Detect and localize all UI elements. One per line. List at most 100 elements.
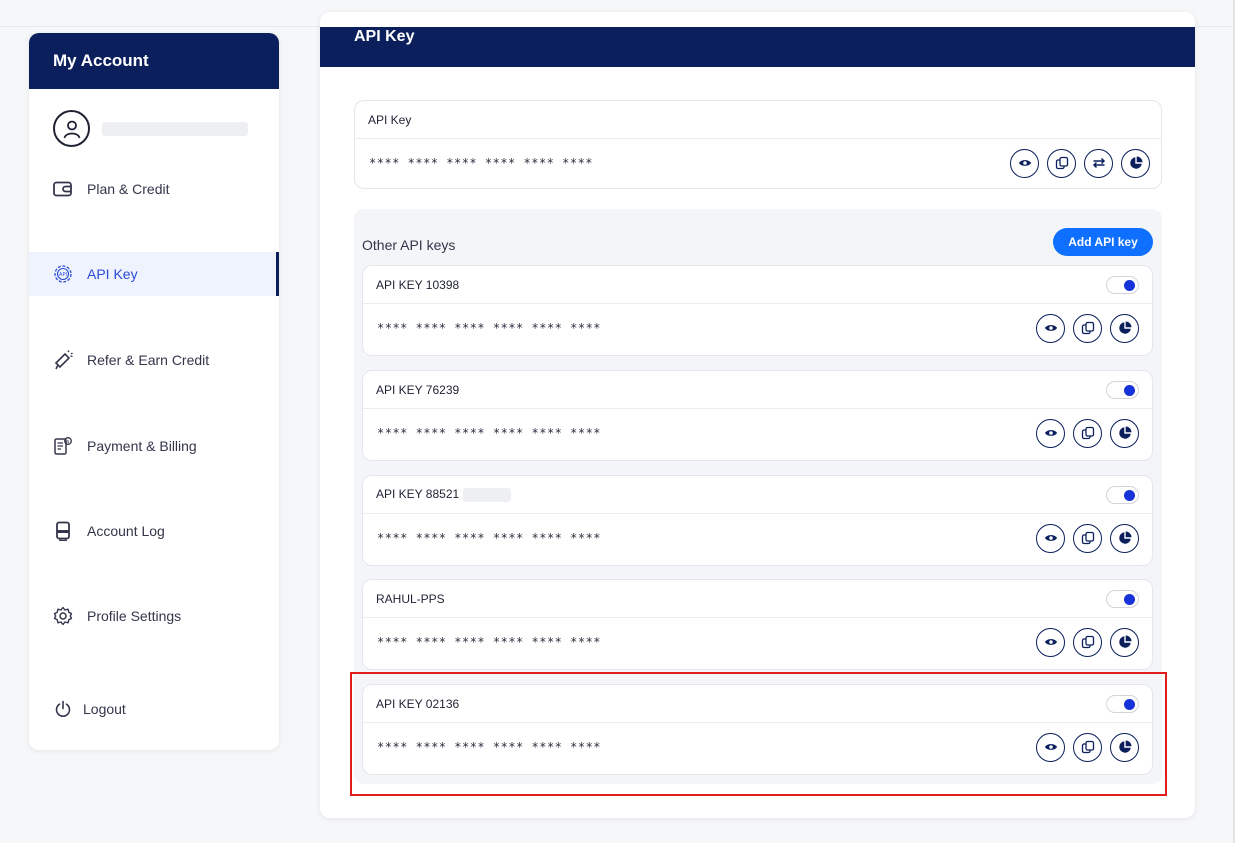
- copy-icon: [1055, 156, 1068, 170]
- swap-arrows-icon: [1092, 157, 1105, 169]
- copy-key-button[interactable]: [1073, 523, 1102, 553]
- usage-stats-button[interactable]: [1110, 523, 1139, 553]
- api-key-masked-value: **** **** **** **** **** ****: [377, 740, 602, 754]
- sidebar-item-payment-billing[interactable]: $ Payment & Billing: [29, 424, 279, 468]
- toggle-knob: [1124, 279, 1135, 291]
- eye-icon: [1044, 744, 1057, 750]
- api-key-name-group: API KEY 88521: [376, 487, 512, 502]
- other-keys-title: Other API keys: [362, 237, 456, 253]
- api-key-enable-toggle[interactable]: [1106, 485, 1139, 504]
- api-key-enable-toggle[interactable]: [1106, 694, 1139, 713]
- api-key-enable-toggle[interactable]: [1106, 380, 1139, 399]
- api-key-card-header: API KEY 88521: [363, 476, 1152, 514]
- api-key-masked-value: **** **** **** **** **** ****: [377, 321, 602, 335]
- copy-icon: [1081, 426, 1094, 440]
- toggle-knob: [1124, 593, 1135, 605]
- reveal-key-button[interactable]: [1010, 148, 1039, 178]
- usage-stats-button[interactable]: [1121, 148, 1150, 178]
- other-api-keys-section: Other API keys Add API key API KEY 10398…: [354, 209, 1162, 784]
- regenerate-key-button[interactable]: [1084, 148, 1113, 178]
- eye-icon: [1044, 639, 1057, 645]
- sidebar-item-account-log[interactable]: Account Log: [29, 509, 279, 553]
- sidebar-item-profile-settings[interactable]: Profile Settings: [29, 594, 279, 638]
- copy-icon: [1081, 740, 1094, 754]
- megaphone-icon: [53, 350, 73, 370]
- api-key-card: API KEY 76239 **** **** **** **** **** *…: [362, 370, 1153, 461]
- wallet-icon: [53, 179, 73, 199]
- api-key-panel: API Key API Key **** **** **** **** ****…: [320, 12, 1195, 818]
- api-key-card: API KEY 10398 **** **** **** **** **** *…: [362, 265, 1153, 356]
- user-name-redacted: [102, 121, 248, 136]
- copy-key-button[interactable]: [1073, 627, 1102, 657]
- pie-chart-icon: [1118, 740, 1131, 753]
- log-icon: [53, 521, 73, 541]
- copy-icon: [1081, 635, 1094, 649]
- user-icon: [63, 120, 80, 138]
- pie-chart-icon: [1129, 156, 1142, 169]
- sidebar-item-label: Payment & Billing: [87, 438, 197, 454]
- api-key-name: API KEY 02136: [376, 696, 460, 711]
- sidebar-item-refer-earn[interactable]: Refer & Earn Credit: [29, 338, 279, 382]
- sidebar-item-label: Logout: [83, 701, 126, 717]
- pie-chart-icon: [1118, 531, 1131, 544]
- sidebar-item-logout[interactable]: Logout: [29, 687, 279, 731]
- sidebar-item-label: Profile Settings: [87, 608, 182, 624]
- api-key-masked-value: **** **** **** **** **** ****: [377, 426, 602, 440]
- usage-stats-button[interactable]: [1110, 418, 1139, 448]
- reveal-key-button[interactable]: [1036, 627, 1065, 657]
- copy-key-button[interactable]: [1073, 732, 1102, 762]
- copy-key-button[interactable]: [1073, 418, 1102, 448]
- toggle-knob: [1124, 384, 1135, 396]
- sidebar-item-api-key[interactable]: API API Key: [29, 252, 279, 296]
- reveal-key-button[interactable]: [1036, 418, 1065, 448]
- sidebar-item-label: Refer & Earn Credit: [87, 352, 210, 368]
- profile-summary[interactable]: [53, 110, 248, 147]
- svg-text:API: API: [59, 272, 67, 278]
- api-key-enable-toggle[interactable]: [1106, 589, 1139, 608]
- eye-icon: [1044, 535, 1057, 541]
- copy-key-button[interactable]: [1047, 148, 1076, 178]
- pie-chart-icon: [1118, 635, 1131, 648]
- sidebar-item-plan-credit[interactable]: Plan & Credit: [29, 167, 279, 211]
- copy-key-button[interactable]: [1073, 313, 1102, 343]
- usage-stats-button[interactable]: [1110, 313, 1139, 343]
- api-key-masked-value: **** **** **** **** **** ****: [377, 531, 602, 545]
- api-key-name: API KEY 76239: [376, 382, 460, 397]
- primary-api-key-card: API Key **** **** **** **** **** ****: [354, 100, 1162, 189]
- toggle-knob: [1124, 698, 1135, 710]
- primary-key-label-text: API Key: [368, 112, 412, 127]
- reveal-key-button[interactable]: [1036, 313, 1065, 343]
- api-key-card-header: API KEY 02136: [363, 685, 1152, 723]
- usage-stats-button[interactable]: [1110, 732, 1139, 762]
- api-key-card: API KEY 02136 **** **** **** **** **** *…: [362, 684, 1153, 775]
- avatar[interactable]: [53, 110, 90, 147]
- api-key-masked-value: **** **** **** **** **** ****: [377, 635, 602, 649]
- add-api-key-button[interactable]: Add API key: [1053, 228, 1153, 256]
- api-key-enable-toggle[interactable]: [1106, 275, 1139, 294]
- page-title: API Key: [354, 28, 415, 45]
- primary-key-label: API Key: [355, 101, 1161, 139]
- sidebar-item-label: API Key: [87, 266, 138, 282]
- eye-icon: [1018, 160, 1031, 166]
- copy-icon: [1081, 321, 1094, 335]
- panel-header: [320, 27, 1195, 67]
- usage-stats-button[interactable]: [1110, 627, 1139, 657]
- account-sidebar: My Account Plan & Credit API API Key Ref…: [29, 33, 279, 750]
- api-key-card-header: API KEY 10398: [363, 266, 1152, 304]
- copy-icon: [1081, 531, 1094, 545]
- pie-chart-icon: [1118, 426, 1131, 439]
- reveal-key-button[interactable]: [1036, 732, 1065, 762]
- api-key-name: RAHUL-PPS: [376, 591, 445, 606]
- eye-icon: [1044, 325, 1057, 331]
- reveal-key-button[interactable]: [1036, 523, 1065, 553]
- api-key-card-header: RAHUL-PPS: [363, 580, 1152, 618]
- api-key-card: API KEY 88521 **** **** **** **** **** *…: [362, 475, 1153, 566]
- toggle-knob: [1124, 489, 1135, 501]
- api-key-name: API KEY 88521: [376, 487, 460, 502]
- sidebar-item-label: Account Log: [87, 523, 165, 539]
- api-key-name: API KEY 10398: [376, 277, 460, 292]
- gear-icon: [53, 606, 73, 626]
- sidebar-title: My Account: [29, 33, 279, 89]
- primary-key-masked-value: **** **** **** **** **** ****: [369, 156, 594, 170]
- svg-text:$: $: [67, 439, 70, 445]
